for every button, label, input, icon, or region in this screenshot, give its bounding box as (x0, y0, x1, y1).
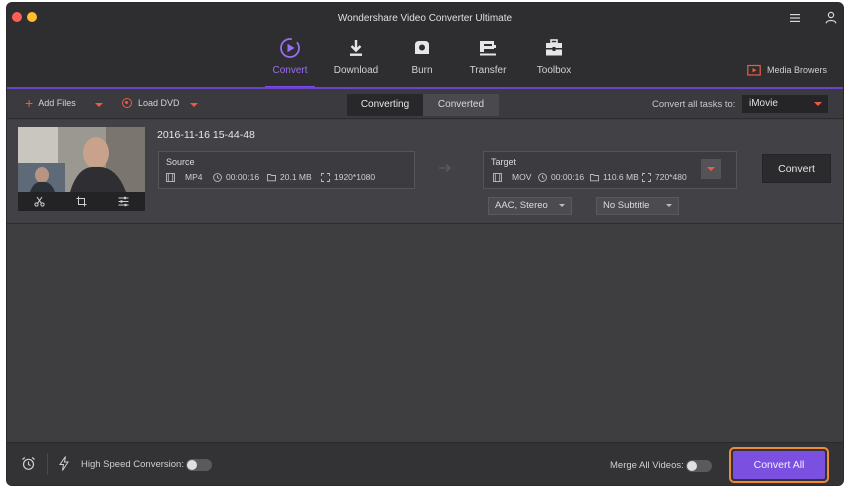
arrow-right-icon (439, 164, 452, 172)
target-info: Target MOV 00:00:16 110.6 MB 720*480 (483, 151, 737, 189)
nav-download[interactable]: Download (323, 33, 389, 87)
user-icon[interactable] (825, 11, 837, 24)
nav-transfer-label: Transfer (469, 65, 507, 76)
nav-toolbox-label: Toolbox (536, 65, 572, 76)
main-nav: Convert Download Burn Transfer Toolbox (257, 33, 587, 88)
subtitle-value: No Subtitle (603, 200, 650, 211)
folder-icon (267, 173, 276, 181)
convert-button[interactable]: Convert (762, 154, 831, 183)
thumbnail-image (18, 127, 145, 192)
download-icon (350, 40, 362, 56)
tab-converted[interactable]: Converted (423, 94, 499, 116)
target-size: 110.6 MB (590, 172, 639, 182)
tab-converting[interactable]: Converting (347, 94, 423, 116)
convert-all-button[interactable]: Convert All (733, 451, 825, 479)
add-files-button[interactable]: + Add Files (25, 95, 76, 111)
divider (47, 453, 48, 475)
menu-icon[interactable] (789, 12, 801, 24)
scissors-icon[interactable] (34, 196, 45, 207)
media-browser-icon (747, 64, 761, 76)
nav-burn[interactable]: Burn (389, 33, 455, 87)
media-browser-label: Media Browers (766, 65, 827, 75)
target-resolution: 720*480 (642, 172, 687, 182)
convert-all-tasks-value: iMovie (749, 98, 778, 109)
file-item: 2016-11-16 15-44-48 Source MP4 00:00:16 … (7, 120, 843, 224)
media-browser-button[interactable]: Media Browers (747, 64, 827, 76)
nav-transfer[interactable]: Transfer (455, 33, 521, 87)
chevron-down-icon (707, 167, 715, 171)
add-files-dropdown-icon[interactable] (95, 103, 103, 107)
file-name: 2016-11-16 15-44-48 (157, 129, 255, 141)
film-icon (493, 172, 502, 182)
nav-convert[interactable]: Convert (257, 33, 323, 88)
high-speed-label: High Speed Conversion: (81, 459, 184, 470)
merge-videos-label: Merge All Videos: (610, 460, 684, 471)
lightning-icon (59, 456, 69, 471)
source-resolution: 1920*1080 (321, 172, 375, 182)
nav-convert-label: Convert (272, 65, 308, 76)
resolution-icon (321, 172, 330, 182)
load-dvd-label: Load DVD (138, 98, 180, 108)
chevron-down-icon (814, 102, 822, 106)
app-window: Wondershare Video Converter Ultimate Con… (7, 3, 843, 485)
title-toolbar: Wondershare Video Converter Ultimate Con… (7, 3, 843, 88)
dvd-icon (122, 98, 132, 108)
plus-icon: + (25, 95, 34, 111)
target-duration: 00:00:16 (538, 172, 584, 182)
target-title: Target (491, 157, 517, 167)
film-icon (166, 172, 175, 182)
nav-toolbox[interactable]: Toolbox (521, 33, 587, 87)
source-size: 20.1 MB (267, 172, 312, 182)
subtitle-select[interactable]: No Subtitle (596, 197, 679, 215)
add-files-label: Add Files (38, 98, 76, 108)
task-list-empty-area (7, 225, 843, 442)
convert-all-tasks-label: Convert all tasks to: (652, 99, 736, 110)
chevron-down-icon (559, 204, 565, 207)
folder-icon (590, 173, 599, 181)
toolbox-icon (546, 39, 562, 56)
toggle-knob (687, 461, 697, 471)
source-title: Source (166, 157, 195, 167)
clock-icon (538, 172, 547, 182)
video-thumbnail[interactable] (18, 127, 145, 192)
status-tabs: Converting Converted (347, 94, 499, 116)
target-format: MOV (493, 172, 531, 182)
high-speed-toggle[interactable] (186, 459, 212, 471)
source-format: MP4 (166, 172, 202, 182)
clock-icon (213, 172, 222, 182)
convert-icon (280, 38, 300, 58)
merge-videos-toggle[interactable] (686, 460, 712, 472)
source-duration: 00:00:16 (213, 172, 259, 182)
convert-all-tasks-select[interactable]: iMovie (742, 95, 828, 113)
alarm-clock-icon[interactable] (21, 456, 36, 471)
thumbnail-toolbar (18, 192, 145, 211)
nav-burn-label: Burn (411, 65, 433, 76)
action-bar: + Add Files Load DVD Converting Converte… (7, 89, 843, 119)
source-info: Source MP4 00:00:16 20.1 MB 1920*1080 (158, 151, 415, 189)
target-format-dropdown[interactable] (701, 159, 721, 179)
transfer-icon (480, 41, 496, 56)
audio-track-value: AAC, Stereo (495, 200, 548, 211)
crop-icon[interactable] (76, 196, 87, 207)
audio-track-select[interactable]: AAC, Stereo (488, 197, 572, 215)
effects-icon[interactable] (118, 196, 129, 207)
chevron-down-icon (666, 204, 672, 207)
bottom-bar: High Speed Conversion: Merge All Videos:… (7, 442, 843, 485)
resolution-icon (642, 172, 651, 182)
toggle-knob (187, 460, 197, 470)
window-title: Wondershare Video Converter Ultimate (337, 13, 513, 24)
load-dvd-dropdown-icon[interactable] (190, 103, 198, 107)
load-dvd-button[interactable]: Load DVD (122, 98, 180, 108)
burn-icon (415, 41, 429, 54)
nav-download-label: Download (333, 65, 379, 76)
